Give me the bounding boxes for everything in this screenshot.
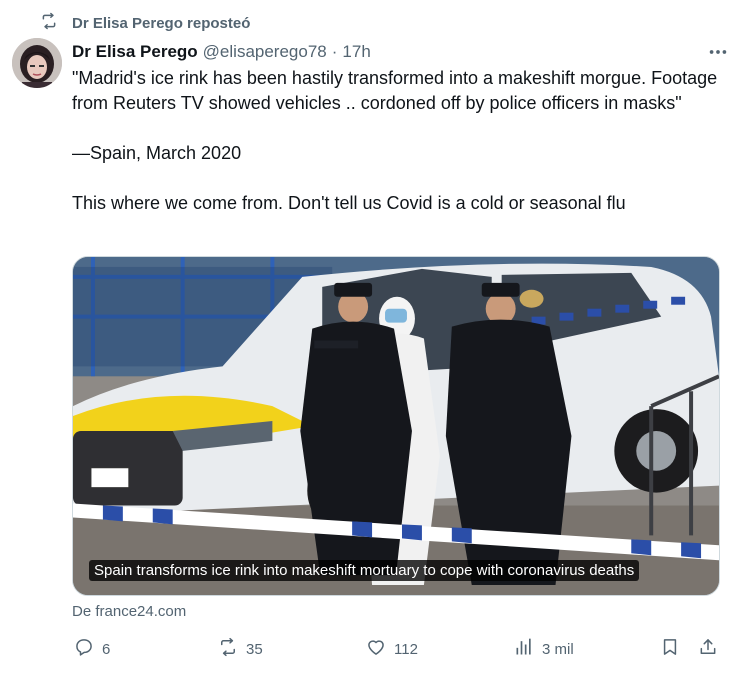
reply-count: 6 <box>102 640 111 658</box>
reply-icon <box>74 637 94 661</box>
views-icon <box>514 637 534 661</box>
bookmark-icon <box>660 637 680 661</box>
like-count: 112 <box>394 640 418 658</box>
repost-icon <box>40 12 58 34</box>
views-count: 3 mil <box>542 640 574 658</box>
tweet-header: Dr Elisa Perego @elisaperego78 · 17h <box>72 40 696 64</box>
timestamp[interactable]: 17h <box>342 42 370 62</box>
retweet-button[interactable]: 35 <box>218 634 263 664</box>
like-button[interactable]: 112 <box>366 634 418 664</box>
source-link[interactable]: De france24.com <box>72 603 186 620</box>
share-button[interactable] <box>698 634 718 664</box>
share-icon <box>698 637 718 661</box>
retweet-icon <box>218 637 238 661</box>
heart-icon <box>366 637 386 661</box>
tweet-comment: This where we come from. Don't tell us C… <box>72 193 626 213</box>
tweet-dateline: —Spain, March 2020 <box>72 143 242 163</box>
bookmark-button[interactable] <box>660 634 680 664</box>
avatar[interactable] <box>12 38 62 88</box>
reply-button[interactable]: 6 <box>74 634 110 664</box>
action-bar: 6 35 112 3 mil <box>72 634 724 664</box>
media-card[interactable]: Spain transforms ice rink into makeshift… <box>72 256 720 596</box>
more-icon[interactable] <box>704 40 732 64</box>
views-button[interactable]: 3 mil <box>514 634 574 664</box>
separator-dot: · <box>331 42 338 61</box>
tweet-quote: "Madrid's ice rink has been hastily tran… <box>72 68 718 113</box>
repost-header[interactable]: Dr Elisa Perego reposteó <box>40 12 250 34</box>
news-photo <box>73 257 719 595</box>
author-name[interactable]: Dr Elisa Perego <box>72 42 198 62</box>
repost-label: Dr Elisa Perego reposteó <box>72 14 251 32</box>
retweet-count: 35 <box>246 640 263 658</box>
tweet-text: "Madrid's ice rink has been hastily tran… <box>72 66 732 216</box>
media-caption: Spain transforms ice rink into makeshift… <box>89 560 640 581</box>
author-handle[interactable]: @elisaperego78 <box>203 42 327 62</box>
